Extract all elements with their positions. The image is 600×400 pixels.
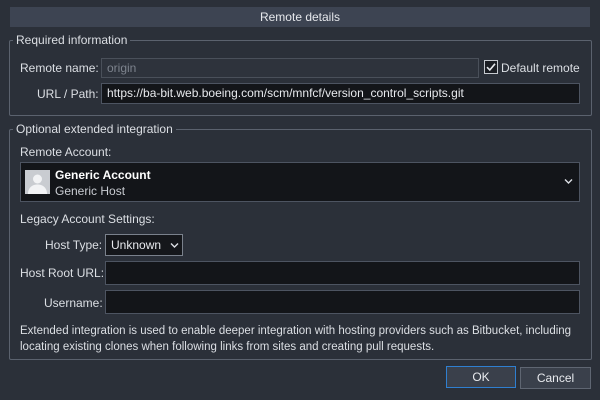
default-remote-label[interactable]: Default remote bbox=[501, 61, 580, 75]
chevron-down-icon bbox=[564, 179, 573, 184]
username-input[interactable] bbox=[105, 290, 580, 314]
checkmark-icon bbox=[486, 63, 496, 72]
remote-account-label: Remote Account: bbox=[20, 145, 112, 159]
host-root-url-input[interactable] bbox=[105, 261, 580, 285]
host-type-label: Host Type: bbox=[45, 238, 103, 252]
dialog-title: Remote details bbox=[10, 7, 590, 27]
account-name: Generic Account bbox=[55, 168, 151, 182]
remote-name-input[interactable]: origin bbox=[101, 58, 479, 78]
url-path-label: URL / Path: bbox=[37, 87, 99, 101]
required-information-legend: Required information bbox=[16, 33, 128, 47]
integration-info-text: Extended integration is used to enable d… bbox=[20, 325, 572, 353]
default-remote-checkbox[interactable] bbox=[484, 60, 498, 74]
optional-integration-legend: Optional extended integration bbox=[16, 122, 173, 136]
ok-button[interactable]: OK bbox=[446, 366, 516, 388]
remote-name-label: Remote name: bbox=[20, 61, 99, 75]
cancel-button[interactable]: Cancel bbox=[520, 367, 591, 389]
account-host: Generic Host bbox=[55, 184, 126, 198]
host-type-dropdown[interactable]: Unknown bbox=[105, 234, 183, 256]
username-label: Username: bbox=[44, 296, 103, 310]
host-root-url-label: Host Root URL: bbox=[20, 266, 105, 280]
url-path-input[interactable]: https://ba-bit.web.boeing.com/scm/mnfcf/… bbox=[101, 83, 580, 104]
legacy-account-settings-label: Legacy Account Settings: bbox=[20, 212, 155, 226]
avatar-icon bbox=[25, 170, 50, 194]
host-type-value: Unknown bbox=[111, 238, 162, 252]
chevron-down-icon bbox=[170, 243, 179, 248]
remote-account-dropdown[interactable]: Generic Account Generic Host bbox=[20, 162, 580, 202]
